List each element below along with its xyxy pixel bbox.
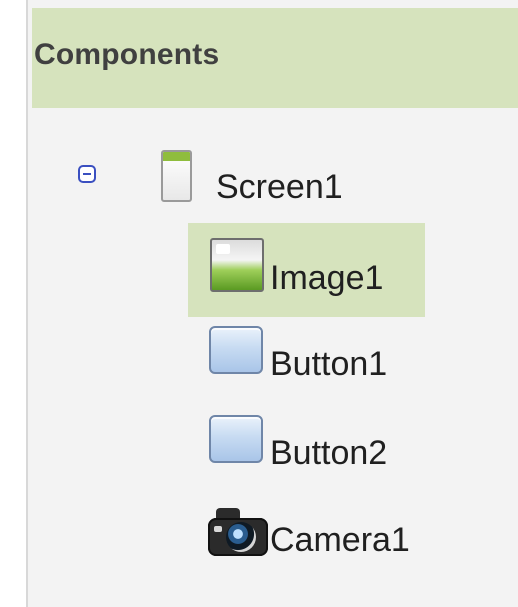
image-icon bbox=[210, 238, 264, 292]
components-panel-frame: Components Screen1 Image1 Button1 Button… bbox=[0, 0, 518, 607]
camera-lens bbox=[226, 522, 256, 552]
panel-title: Components bbox=[34, 38, 220, 71]
camera-flash bbox=[214, 526, 222, 532]
screen-icon bbox=[161, 150, 192, 202]
tree-item-button2-label[interactable]: Button2 bbox=[270, 434, 387, 473]
button-icon bbox=[209, 415, 263, 463]
button-icon bbox=[209, 326, 263, 374]
tree-item-image1-label[interactable]: Image1 bbox=[270, 259, 383, 298]
tree-item-screen1-label[interactable]: Screen1 bbox=[216, 168, 343, 207]
tree-item-button1-label[interactable]: Button1 bbox=[270, 345, 387, 384]
camera-icon bbox=[208, 508, 268, 556]
left-border bbox=[0, 0, 28, 607]
collapse-icon[interactable] bbox=[78, 165, 96, 183]
tree-item-camera1-label[interactable]: Camera1 bbox=[270, 521, 410, 560]
panel-top-strip bbox=[28, 0, 518, 8]
